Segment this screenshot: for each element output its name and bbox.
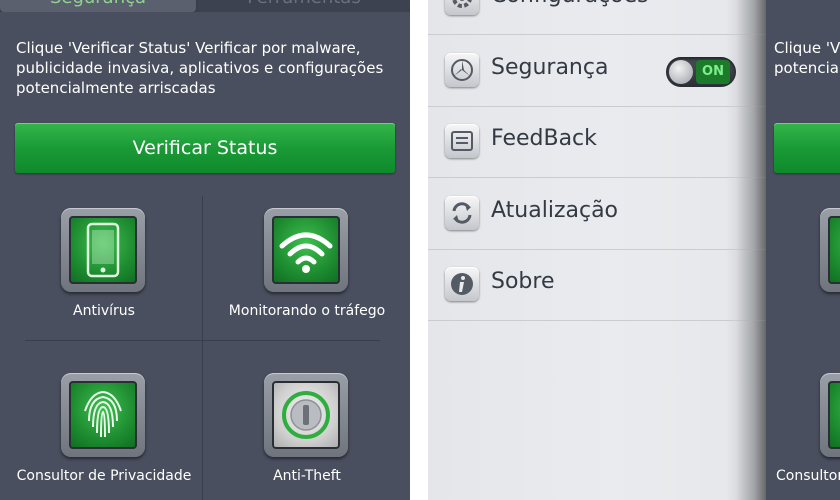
feature-label: Monitorando o tráfego xyxy=(228,303,386,319)
menu-item-label: Atualização xyxy=(491,198,619,223)
menu-edge-shadow xyxy=(736,0,766,500)
menu-item-label: Configurações xyxy=(491,0,649,8)
toggle-state: ON xyxy=(696,60,730,84)
fingerprint-icon xyxy=(820,373,840,457)
phone-icon xyxy=(820,208,840,292)
menu-item-feedback[interactable]: FeedBack xyxy=(428,106,766,178)
gear-icon xyxy=(445,0,479,15)
gap-strip xyxy=(410,0,428,500)
security-icon xyxy=(445,53,479,87)
menu-item-label: FeedBack xyxy=(491,126,597,151)
security-panel: Segurança Ferramentas Clique 'Verificar … xyxy=(0,0,410,500)
toggle-knob xyxy=(669,60,693,84)
info-icon xyxy=(445,267,479,301)
security-panel-partial: Clique 'V publicid potencial Consultor xyxy=(766,0,840,500)
refresh-icon xyxy=(445,196,479,230)
feature-label: Consultor de Privacidade xyxy=(16,468,192,484)
menu-item-label: Sobre xyxy=(491,269,555,294)
phone-icon xyxy=(61,208,145,292)
feature-label: Antivírus xyxy=(73,303,135,319)
wifi-icon xyxy=(264,208,348,292)
menu-item-seguranca[interactable]: Segurança ON xyxy=(428,35,766,107)
feedback-icon xyxy=(445,124,479,158)
feature-label: Anti-Theft xyxy=(273,468,341,484)
lock-icon xyxy=(264,373,348,457)
menu-item-label: Segurança xyxy=(491,55,609,80)
tab-ferramentas[interactable]: Ferramentas xyxy=(198,0,410,12)
scan-description: Clique 'V publicid potencial xyxy=(774,39,840,77)
grid-divider-horizontal xyxy=(25,340,380,341)
tab-seguranca[interactable]: Segurança xyxy=(0,0,196,12)
fingerprint-icon xyxy=(61,373,145,457)
settings-menu: Configurações Segurança ON FeedBack Atua… xyxy=(428,0,766,500)
scan-description: Clique 'Verificar Status' Verificar por … xyxy=(16,39,384,97)
grid-divider-vertical xyxy=(202,196,203,500)
verify-status-button[interactable]: Verificar Status xyxy=(15,123,395,173)
tab-bar: Segurança Ferramentas xyxy=(0,0,410,12)
security-toggle[interactable]: ON xyxy=(666,57,736,87)
verify-status-button[interactable] xyxy=(774,123,840,173)
menu-item-sobre[interactable]: Sobre xyxy=(428,249,766,321)
menu-item-atualizacao[interactable]: Atualização xyxy=(428,178,766,250)
menu-item-configuracoes[interactable]: Configurações xyxy=(428,0,766,35)
feature-label: Consultor xyxy=(776,468,840,484)
